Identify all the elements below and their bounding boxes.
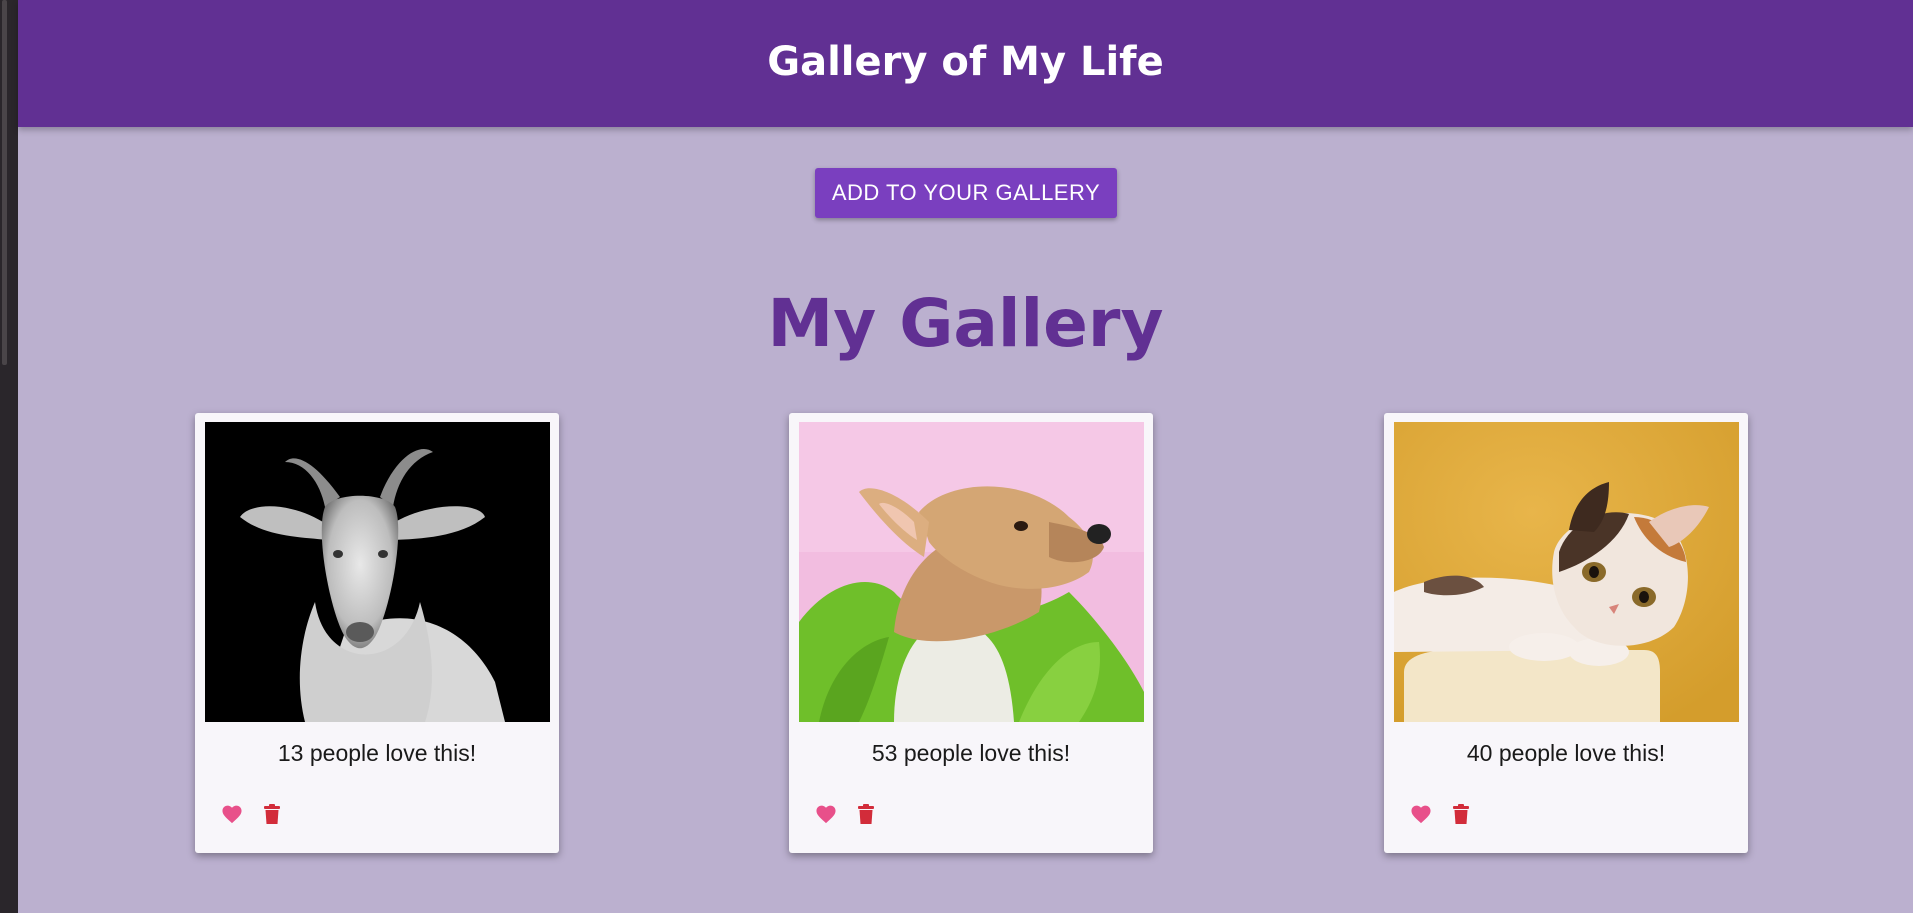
goat-photo — [205, 422, 550, 722]
gallery-title: My Gallery — [767, 285, 1164, 362]
heart-icon[interactable] — [815, 803, 837, 825]
love-count-text: 40 people love this! — [1466, 740, 1666, 766]
kitten-photo — [1394, 422, 1739, 722]
dog-photo — [799, 422, 1144, 722]
app-header: Gallery of My Life — [18, 0, 1913, 127]
gallery-card-goat: 13 people love this! — [195, 413, 559, 853]
card-actions — [1410, 803, 1472, 825]
page: Gallery of My Life ADD TO YOUR GALLERY M… — [18, 0, 1913, 913]
gallery-card-kitten: 40 people love this! — [1384, 413, 1748, 853]
heart-icon[interactable] — [221, 803, 243, 825]
scrollbar-thumb[interactable] — [2, 0, 7, 365]
window-edge — [0, 0, 18, 913]
trash-icon[interactable] — [855, 803, 877, 825]
love-count-text: 53 people love this! — [871, 740, 1071, 766]
trash-icon[interactable] — [1450, 803, 1472, 825]
header-title: Gallery of My Life — [767, 38, 1164, 85]
card-actions — [221, 803, 283, 825]
card-actions — [815, 803, 877, 825]
gallery-card-dog: 53 people love this! — [789, 413, 1153, 853]
heart-icon[interactable] — [1410, 803, 1432, 825]
add-to-gallery-button[interactable]: ADD TO YOUR GALLERY — [815, 168, 1117, 218]
love-count-text: 13 people love this! — [277, 740, 477, 766]
trash-icon[interactable] — [261, 803, 283, 825]
